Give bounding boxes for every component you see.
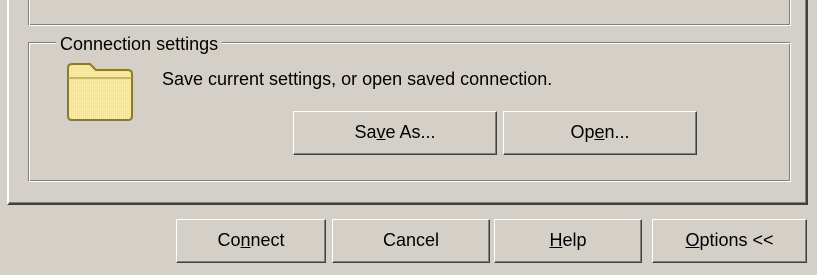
folder-icon <box>67 63 133 121</box>
connect-label-end: nect <box>250 230 285 250</box>
help-button[interactable]: Help <box>494 219 642 263</box>
cancel-button[interactable]: Cancel <box>332 219 490 263</box>
open-button[interactable]: Open... <box>503 111 697 155</box>
previous-groupbox <box>28 0 791 26</box>
cancel-label: Cancel <box>382 230 440 250</box>
save-as-button[interactable]: Save As... <box>293 111 497 155</box>
options-label-end: ptions << <box>699 230 774 250</box>
connection-settings-title: Connection settings <box>56 33 223 55</box>
save-as-accelerator: v <box>376 122 386 142</box>
connect-accelerator: n <box>240 230 251 250</box>
open-label-end: n... <box>604 122 630 142</box>
connection-settings-description: Save current settings, or open saved con… <box>162 69 553 89</box>
save-as-label-end: e As... <box>385 122 436 142</box>
open-label-start: Op <box>570 122 595 142</box>
options-button[interactable]: Options << <box>652 219 807 263</box>
connect-label-start: Co <box>217 230 241 250</box>
open-accelerator: e <box>594 122 605 142</box>
help-accelerator: H <box>549 230 563 250</box>
options-accelerator: O <box>685 230 700 250</box>
remote-desktop-dialog: Connection settings Save current setting… <box>0 0 817 275</box>
connect-button[interactable]: Connect <box>176 219 326 263</box>
help-label-end: elp <box>562 230 587 250</box>
save-as-label-start: Sa <box>354 122 377 142</box>
